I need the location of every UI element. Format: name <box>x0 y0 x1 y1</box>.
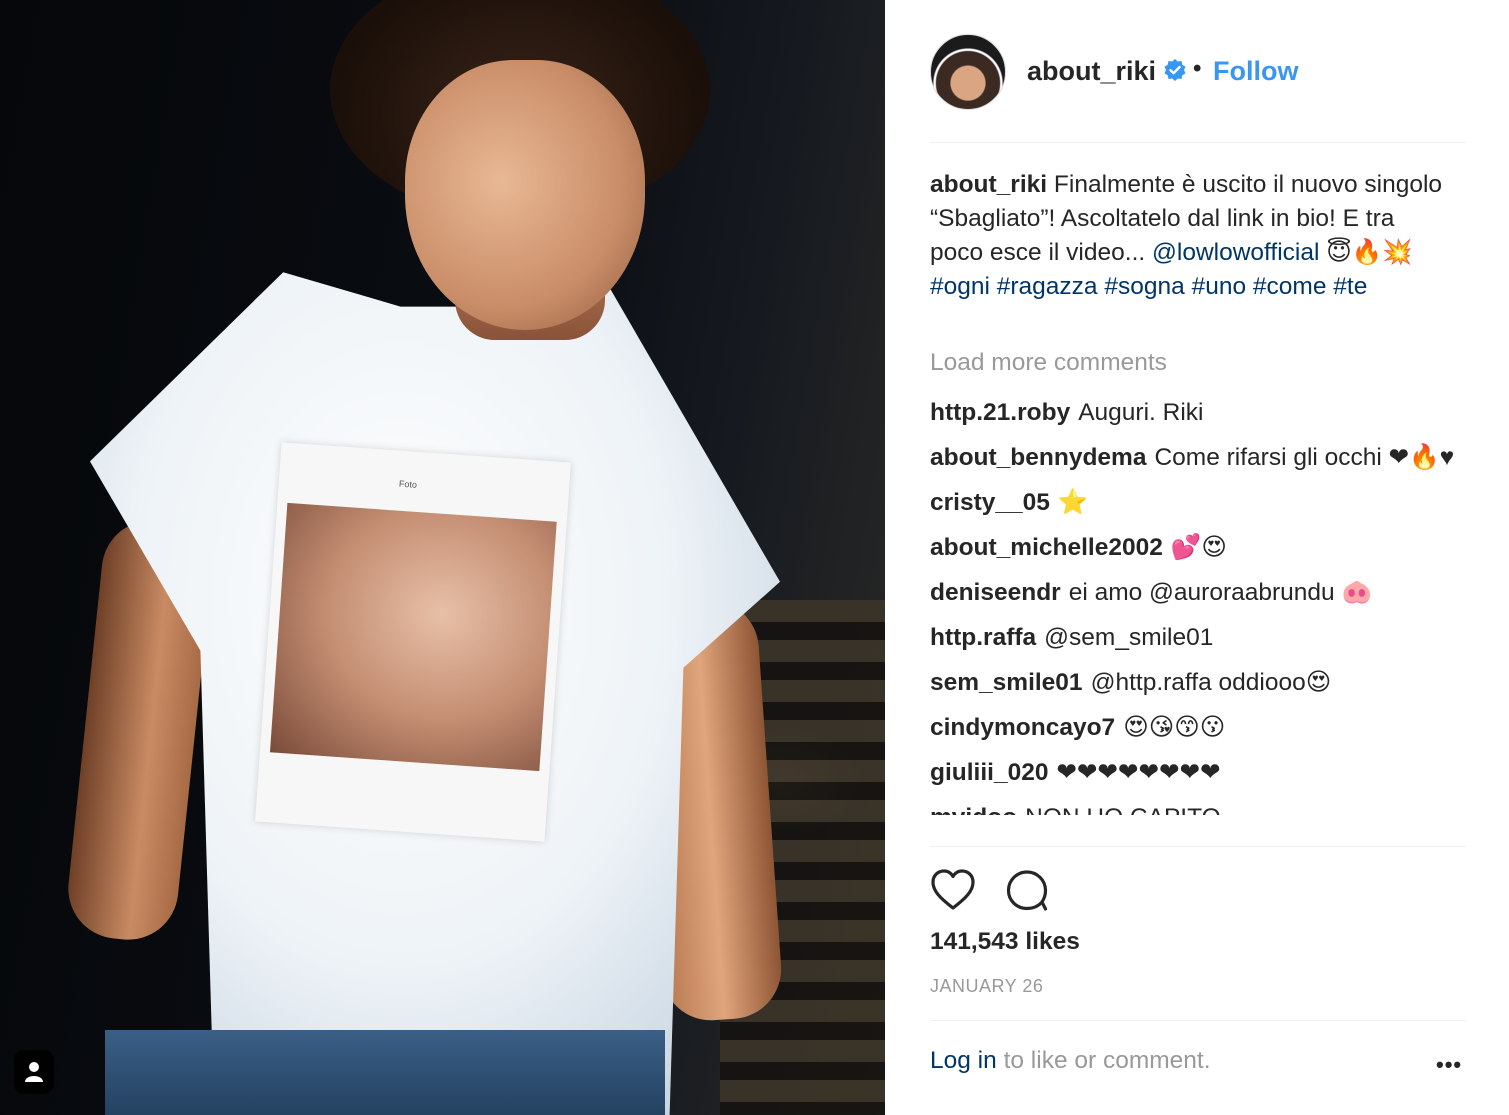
post-caption: about_riki Finalmente è uscito il nuovo … <box>930 168 1450 304</box>
hashtag[interactable]: #te <box>1333 273 1367 300</box>
caption-username[interactable]: about_riki <box>930 171 1047 198</box>
caption-emojis: 😇🔥💥 <box>1326 239 1413 266</box>
comment-username[interactable]: cindymoncayo7 <box>930 714 1115 741</box>
comment-text: ❤❤❤❤❤❤❤❤ <box>1056 759 1221 786</box>
header-separator: • <box>1193 55 1202 82</box>
photo-face <box>405 60 645 330</box>
comment-item: about_bennydema Come rifarsi gli occhi ❤🔥… <box>930 441 1470 475</box>
comment-item: http.21.roby Auguri. Riki <box>930 396 1470 430</box>
comment-text: @sem_smile01 <box>1044 624 1214 651</box>
comment-item-partial: mvidoo NON HO CAPITO <box>930 801 1470 815</box>
load-more-comments-button[interactable]: Load more comments <box>930 349 1167 377</box>
comment-item: about_michelle2002 💕😍 <box>930 531 1470 565</box>
comment-username[interactable]: mvidoo <box>930 804 1017 815</box>
instagram-post: Foto about_riki • Follow about_riki Fina… <box>0 0 1509 1115</box>
comment-username[interactable]: sem_smile01 <box>930 669 1083 696</box>
verified-badge-icon <box>1164 59 1186 81</box>
comment-item: deniseendr ei amo @auroraabrundu 🐽 <box>930 576 1470 610</box>
comment-icon[interactable] <box>1004 868 1050 912</box>
comment-username[interactable]: giuliii_020 <box>930 759 1048 786</box>
comment-item: http.raffa @sem_smile01 <box>930 621 1470 655</box>
comment-username[interactable]: deniseendr <box>930 579 1061 606</box>
post-photo[interactable]: Foto <box>0 0 885 1115</box>
comment-username[interactable]: about_bennydema <box>930 444 1146 471</box>
hashtag[interactable]: #uno <box>1192 273 1247 300</box>
caption-mention[interactable]: @lowlowofficial <box>1152 239 1319 266</box>
heart-icon[interactable] <box>930 868 976 912</box>
comment-username[interactable]: http.raffa <box>930 624 1036 651</box>
avatar[interactable] <box>930 34 1006 110</box>
hashtag[interactable]: #ragazza <box>997 273 1098 300</box>
comment-item: sem_smile01 @http.raffa oddiooo😍 <box>930 666 1470 700</box>
more-options-icon[interactable]: ••• <box>1436 1052 1462 1078</box>
follow-button[interactable]: Follow <box>1213 56 1298 87</box>
header-username[interactable]: about_riki <box>1027 56 1156 87</box>
comment-text: Auguri. Riki <box>1078 399 1204 426</box>
shirt-print: Foto <box>255 442 571 842</box>
hashtag[interactable]: #ogni <box>930 273 990 300</box>
user-tag-icon[interactable] <box>14 1050 54 1094</box>
footer-divider <box>930 1020 1466 1021</box>
login-link[interactable]: Log in <box>930 1047 997 1074</box>
likes-count[interactable]: 141,543 likes <box>930 928 1080 956</box>
login-prompt: Log in to like or comment. <box>930 1047 1211 1075</box>
comment-text: 💕😍 <box>1170 534 1227 561</box>
comment-text: Come rifarsi gli occhi ❤🔥♥ <box>1154 444 1455 471</box>
comment-text: NON HO CAPITO <box>1025 804 1221 815</box>
post-date[interactable]: JANUARY 26 <box>930 976 1043 997</box>
print-image <box>269 502 557 772</box>
hashtag[interactable]: #come <box>1253 273 1327 300</box>
comments-list[interactable]: http.21.roby Auguri. Riki about_bennydema… <box>930 396 1470 846</box>
comment-text: @http.raffa oddiooo😍 <box>1090 669 1332 696</box>
comment-item: cindymoncayo7 😍😘😙😗 <box>930 711 1470 745</box>
comment-item: cristy__05 ⭐ <box>930 486 1470 520</box>
photo-jeans <box>105 1030 665 1115</box>
comment-text: ⭐ <box>1057 489 1089 516</box>
comment-username[interactable]: about_michelle2002 <box>930 534 1163 561</box>
print-title: Foto <box>398 478 418 490</box>
comment-username[interactable]: cristy__05 <box>930 489 1050 516</box>
comment-item: giuliii_020 ❤❤❤❤❤❤❤❤ <box>930 756 1470 790</box>
login-rest: to like or comment. <box>996 1047 1211 1074</box>
comment-text: ei amo @auroraabrundu 🐽 <box>1068 579 1372 606</box>
comment-username[interactable]: http.21.roby <box>930 399 1070 426</box>
comment-text: 😍😘😙😗 <box>1123 714 1226 741</box>
header-divider <box>930 142 1466 143</box>
hashtag[interactable]: #sogna <box>1104 273 1184 300</box>
comments-divider <box>930 846 1466 847</box>
